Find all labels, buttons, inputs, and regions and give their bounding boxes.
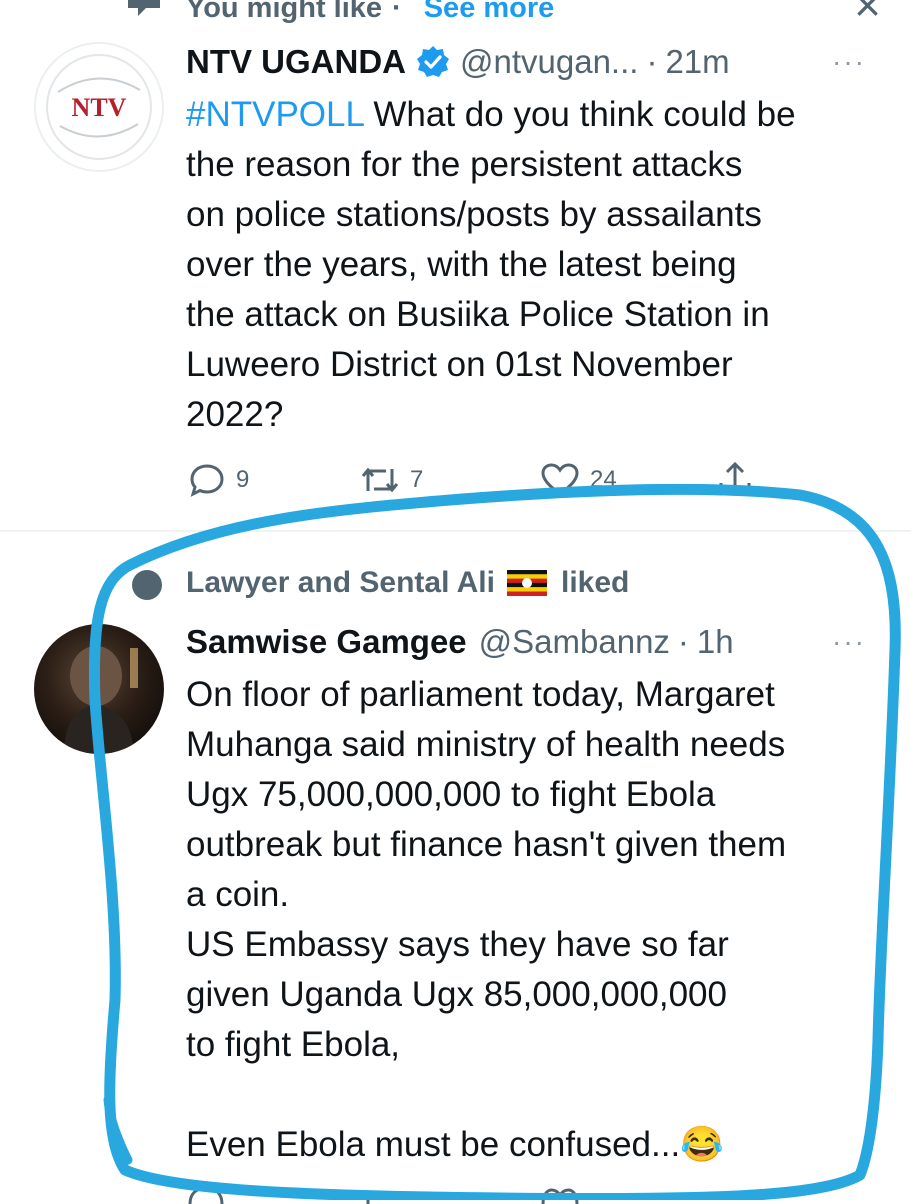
reply-count: 9 (236, 466, 250, 493)
close-icon[interactable]: × (854, 0, 881, 28)
tweet1-display-name[interactable]: NTV UGANDA (186, 43, 406, 81)
liked-by-name[interactable]: Lawyer and Sental Ali (186, 566, 495, 600)
like-button[interactable]: 24 (540, 461, 617, 499)
tweet1-header: NTV UGANDA @ntvugan... · 21m (186, 40, 730, 84)
share-icon (719, 461, 751, 496)
tweet2-time[interactable]: 1h (697, 623, 734, 661)
tweet2-handle[interactable]: @Sambannz (479, 623, 670, 661)
tweet2-separator: · (677, 623, 689, 660)
tweet2-body: On floor of parliament today, Margaret M… (186, 675, 787, 1164)
tweet1-body: What do you think could be the reason fo… (186, 95, 796, 434)
reply-button[interactable]: 9 (188, 461, 249, 499)
verified-badge-icon (417, 46, 449, 77)
person-photo (64, 646, 138, 754)
uganda-flag-icon (506, 570, 547, 596)
liked-context: Lawyer and Sental Ali liked (186, 566, 629, 600)
ntv-logo-icon: NTV (46, 54, 152, 160)
heart-filled-icon (132, 570, 162, 600)
tweet1-actions: 9 7 24 (188, 460, 788, 500)
heart-icon-2[interactable] (540, 1186, 580, 1204)
context-row: You might like · See more (186, 0, 554, 28)
context-label: You might like (186, 0, 383, 24)
see-more-link[interactable]: See more (424, 0, 555, 25)
retweet-icon (361, 467, 399, 493)
tweet1-time[interactable]: 21m (665, 43, 729, 81)
sparkle-bubble-icon (128, 0, 160, 16)
laughing-emoji-icon: 😂 (680, 1125, 724, 1164)
tweet1-text: #NTVPOLL What do you think could be the … (186, 90, 886, 440)
tweet2-header: Samwise Gamgee @Sambannz · 1h (186, 620, 734, 664)
tweet1-handle[interactable]: @ntvugan... (460, 43, 638, 81)
heart-icon (541, 463, 579, 496)
avatar-text: NTV (72, 93, 127, 122)
reply-icon (190, 464, 224, 497)
retweet-icon-2[interactable] (360, 1188, 400, 1204)
tweet2-text: On floor of parliament today, Margaret M… (186, 670, 886, 1170)
tweet-divider (0, 530, 911, 532)
tweet1-hashtag[interactable]: #NTVPOLL (186, 95, 364, 134)
share-button[interactable] (716, 461, 754, 499)
more-options-icon[interactable]: ··· (832, 46, 866, 78)
context-separator: · (392, 0, 402, 24)
like-count: 24 (590, 466, 617, 493)
retweet-button[interactable]: 7 (360, 461, 423, 499)
tweet1-separator: · (646, 43, 658, 80)
ntv-avatar[interactable]: NTV (34, 42, 164, 172)
liked-suffix: liked (560, 566, 630, 599)
retweet-count: 7 (410, 466, 424, 493)
tweet2-display-name[interactable]: Samwise Gamgee (186, 623, 467, 661)
samwise-avatar[interactable] (34, 624, 164, 754)
more-options-icon-2[interactable]: ··· (832, 626, 866, 658)
reply-icon-2[interactable] (186, 1184, 226, 1204)
